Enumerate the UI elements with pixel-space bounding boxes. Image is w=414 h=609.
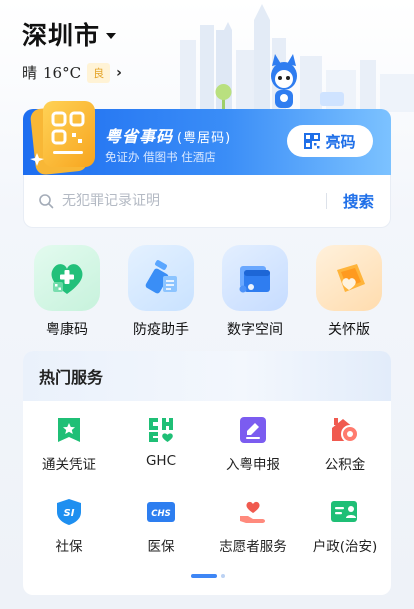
qr-code-card-icon — [30, 101, 95, 175]
social-security-icon: SI — [54, 497, 84, 527]
banner-title-sub: (粤居码) — [177, 131, 232, 146]
service-label: 户政(治安) — [312, 539, 378, 555]
caret-down-icon — [106, 33, 117, 39]
skyline-illustration — [180, 4, 414, 112]
service-ghc[interactable]: GHC — [115, 415, 207, 473]
service-household-registration[interactable]: 户政(治安) — [299, 497, 391, 555]
code-banner[interactable]: 粤省事码 (粤居码) 免证办 借图书 住酒店 亮码 — [23, 101, 391, 175]
weather-widget[interactable]: 晴 16°C 良 › — [22, 62, 122, 83]
quick-apps: 粤康码 防疫助手 数字空间 关怀版 — [20, 245, 396, 339]
medical-insurance-icon-text: CHS — [151, 509, 170, 519]
service-social-security[interactable]: SI 社保 — [23, 497, 115, 555]
weather-condition: 晴 — [22, 64, 38, 82]
quick-app-label: 粤康码 — [46, 322, 88, 338]
page-dot-active — [191, 574, 217, 578]
service-label: 志愿者服务 — [219, 539, 287, 555]
service-label: 社保 — [55, 539, 83, 555]
quick-app-label: 防疫助手 — [133, 322, 189, 338]
household-registration-icon — [330, 497, 360, 527]
search-bar: 搜索 — [23, 175, 391, 228]
hot-services-card: 热门服务 通关凭证 GHC 入粤申报 公积金 SI 社保 CHS 医保 志愿者服… — [23, 351, 391, 595]
service-housing-fund[interactable]: 公积金 — [299, 415, 391, 473]
search-icon — [39, 194, 54, 209]
quick-app-digital-space[interactable]: 数字空间 — [208, 245, 302, 339]
service-label: 医保 — [147, 539, 175, 555]
medical-insurance-icon: CHS — [146, 497, 176, 527]
customs-voucher-icon — [54, 415, 84, 445]
epidemic-helper-icon — [128, 245, 194, 311]
banner-title-main: 粤省事码 — [105, 127, 174, 146]
hot-services-title: 热门服务 — [39, 368, 104, 387]
search-button[interactable]: 搜索 — [327, 190, 390, 212]
quick-app-label: 数字空间 — [227, 322, 283, 338]
air-quality-badge: 良 — [87, 62, 111, 83]
entry-declaration-icon — [238, 415, 268, 445]
banner-title: 粤省事码 (粤居码) — [105, 123, 231, 147]
service-label: 公积金 — [324, 457, 366, 473]
search-input[interactable] — [62, 193, 326, 209]
quick-app-epidemic-helper[interactable]: 防疫助手 — [114, 245, 208, 339]
service-label: 通关凭证 — [42, 457, 96, 473]
service-label: 入粤申报 — [226, 457, 280, 473]
banner-subtitle: 免证办 借图书 住酒店 — [105, 150, 216, 164]
service-medical-insurance[interactable]: CHS 医保 — [115, 497, 207, 555]
digital-space-icon — [222, 245, 288, 311]
quick-app-label: 关怀版 — [328, 322, 370, 338]
quick-app-care-version[interactable]: 关怀版 — [302, 245, 396, 339]
ghc-icon — [146, 415, 176, 445]
quick-app-health-code[interactable]: 粤康码 — [20, 245, 114, 339]
qr-code-icon — [304, 133, 321, 149]
service-label: GHC — [145, 453, 177, 469]
care-version-icon — [316, 245, 382, 311]
social-security-icon-text: SI — [64, 508, 75, 519]
city-selector[interactable]: 深圳市 — [22, 16, 117, 52]
temperature: 16°C — [43, 63, 82, 82]
chevron-right-icon: › — [116, 64, 122, 81]
hot-services-header: 热门服务 — [23, 351, 391, 401]
service-customs-voucher[interactable]: 通关凭证 — [23, 415, 115, 473]
housing-fund-icon — [330, 415, 360, 445]
service-entry-declaration[interactable]: 入粤申报 — [207, 415, 299, 473]
city-name: 深圳市 — [22, 21, 101, 50]
service-volunteer[interactable]: 志愿者服务 — [207, 497, 299, 555]
health-code-icon — [34, 245, 100, 311]
show-code-label: 亮码 — [325, 132, 356, 151]
show-code-button[interactable]: 亮码 — [287, 125, 373, 157]
hot-services-grid: 通关凭证 GHC 入粤申报 公积金 SI 社保 CHS 医保 志愿者服务 户政(… — [23, 415, 391, 555]
page-indicator — [191, 574, 225, 578]
page-dot — [221, 574, 225, 578]
volunteer-icon — [238, 497, 268, 527]
